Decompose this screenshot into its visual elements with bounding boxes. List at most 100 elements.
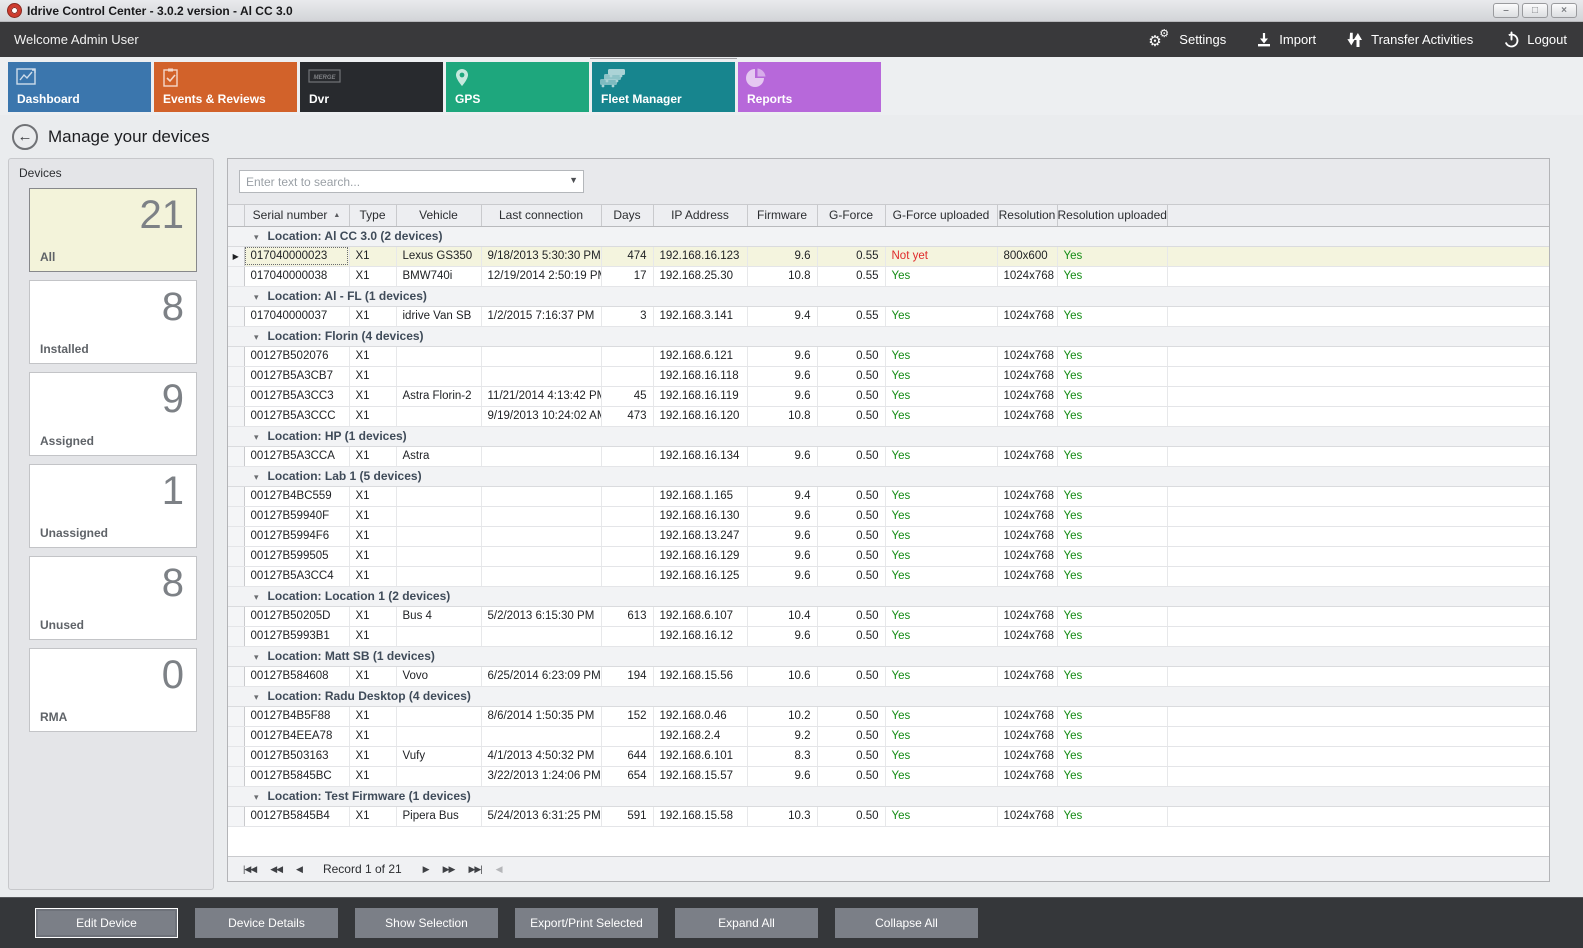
export-print-selected-button[interactable]: Export/Print Selected bbox=[515, 908, 658, 938]
back-button[interactable]: ← bbox=[12, 124, 38, 150]
column-header-vehicle[interactable]: Vehicle bbox=[396, 205, 481, 226]
collapse-group-icon[interactable]: ▾ bbox=[254, 472, 259, 482]
table-row[interactable]: 00127B5A3CC3X1Astra Florin-211/21/2014 4… bbox=[228, 386, 1549, 406]
column-header-ip-address[interactable]: IP Address bbox=[653, 205, 747, 226]
column-header-resolution[interactable]: Resolution bbox=[997, 205, 1057, 226]
table-row[interactable]: 00127B5A3CC4X1192.168.16.1259.60.50Yes10… bbox=[228, 566, 1549, 586]
group-row[interactable]: ▾Location: Matt SB (1 devices) bbox=[228, 646, 1549, 666]
prev-record-icon[interactable]: ◀ bbox=[296, 864, 302, 875]
cell-serial: 00127B5A3CC4 bbox=[244, 566, 349, 586]
transfer-activities-button[interactable]: Transfer Activities bbox=[1346, 31, 1473, 49]
edit-device-button[interactable]: Edit Device bbox=[35, 908, 178, 938]
group-row[interactable]: ▾Location: Florin (4 devices) bbox=[228, 326, 1549, 346]
search-input[interactable] bbox=[239, 170, 584, 193]
device-filter-card-assigned[interactable]: 9 Assigned bbox=[29, 372, 197, 456]
cell-last_connection bbox=[481, 366, 601, 386]
table-row[interactable]: 00127B5993B1X1192.168.16.129.60.50Yes102… bbox=[228, 626, 1549, 646]
last-record-icon[interactable]: ▶▶| bbox=[468, 864, 481, 875]
group-row[interactable]: ▾Location: Lab 1 (5 devices) bbox=[228, 466, 1549, 486]
table-row[interactable]: 00127B50205DX1Bus 45/2/2013 6:15:30 PM61… bbox=[228, 606, 1549, 626]
table-row[interactable]: 00127B5994F6X1192.168.13.2479.60.50Yes10… bbox=[228, 526, 1549, 546]
device-filter-card-all[interactable]: 21 All bbox=[29, 188, 197, 272]
tab-dvr[interactable]: MERGE Dvr bbox=[300, 62, 443, 112]
collapse-group-icon[interactable]: ▾ bbox=[254, 652, 259, 662]
column-header-serial-number[interactable]: Serial number▲ bbox=[244, 205, 349, 226]
column-header-last-connection[interactable]: Last connection bbox=[481, 205, 601, 226]
cell-vehicle: Astra Florin-2 bbox=[396, 386, 481, 406]
device-details-button[interactable]: Device Details bbox=[195, 908, 338, 938]
device-filter-card-unassigned[interactable]: 1 Unassigned bbox=[29, 464, 197, 548]
show-selection-button[interactable]: Show Selection bbox=[355, 908, 498, 938]
cell-filler bbox=[1167, 306, 1549, 326]
collapse-all-button[interactable]: Collapse All bbox=[835, 908, 978, 938]
cell-resolution: 1024x768 bbox=[997, 626, 1057, 646]
table-row[interactable]: 00127B503163X1Vufy4/1/2013 4:50:32 PM644… bbox=[228, 746, 1549, 766]
collapse-group-icon[interactable]: ▾ bbox=[254, 592, 259, 602]
cell-days: 17 bbox=[601, 266, 653, 286]
device-filter-card-installed[interactable]: 8 Installed bbox=[29, 280, 197, 364]
table-row[interactable]: 00127B59940FX1192.168.16.1309.60.50Yes10… bbox=[228, 506, 1549, 526]
collapse-group-icon[interactable]: ▾ bbox=[254, 432, 259, 442]
expand-all-button[interactable]: Expand All bbox=[675, 908, 818, 938]
tab-fleet-manager[interactable]: Fleet Manager bbox=[592, 62, 735, 112]
table-row[interactable]: 00127B4B5F88X18/6/2014 1:50:35 PM152192.… bbox=[228, 706, 1549, 726]
prev-page-icon[interactable]: ◀◀ bbox=[270, 864, 282, 875]
column-header-firmware[interactable]: Firmware bbox=[747, 205, 817, 226]
cell-gforce: 0.55 bbox=[817, 306, 885, 326]
collapse-group-icon[interactable]: ▾ bbox=[254, 292, 259, 302]
table-row[interactable]: 017040000038X1BMW740i12/19/2014 2:50:19 … bbox=[228, 266, 1549, 286]
column-header-type[interactable]: Type bbox=[349, 205, 396, 226]
table-row[interactable]: 00127B5845B4X1Pipera Bus5/24/2013 6:31:2… bbox=[228, 806, 1549, 826]
table-row[interactable]: 00127B5A3CCAX1Astra192.168.16.1349.60.50… bbox=[228, 446, 1549, 466]
next-page-icon[interactable]: ▶▶ bbox=[443, 864, 455, 875]
maximize-icon[interactable]: □ bbox=[1522, 3, 1548, 18]
table-row[interactable]: 00127B5845BCX13/22/2013 1:24:06 PM654192… bbox=[228, 766, 1549, 786]
table-row[interactable]: 00127B5A3CCCX19/19/2013 10:24:02 AM47319… bbox=[228, 406, 1549, 426]
table-row[interactable]: 00127B4EEA78X1192.168.2.49.20.50Yes1024x… bbox=[228, 726, 1549, 746]
table-row[interactable]: 017040000037X1idrive Van SB1/2/2015 7:16… bbox=[228, 306, 1549, 326]
collapse-group-icon[interactable]: ▾ bbox=[254, 332, 259, 342]
tab-dashboard[interactable]: Dashboard bbox=[8, 62, 151, 112]
tab-reports[interactable]: Reports bbox=[738, 62, 881, 112]
cell-serial: 00127B599505 bbox=[244, 546, 349, 566]
cell-days: 194 bbox=[601, 666, 653, 686]
close-icon[interactable]: × bbox=[1551, 3, 1577, 18]
group-row[interactable]: ▾Location: Location 1 (2 devices) bbox=[228, 586, 1549, 606]
column-header-g-force[interactable]: G-Force bbox=[817, 205, 885, 226]
settings-button[interactable]: ⚙⚙ Settings bbox=[1148, 30, 1226, 50]
tab-events-reviews[interactable]: Events & Reviews bbox=[154, 62, 297, 112]
cell-days bbox=[601, 546, 653, 566]
table-row[interactable]: ▶017040000023X1Lexus GS3509/18/2013 5:30… bbox=[228, 246, 1549, 266]
logout-button[interactable]: Logout bbox=[1503, 31, 1567, 48]
tab-gps[interactable]: GPS bbox=[446, 62, 589, 112]
column-header-days[interactable]: Days bbox=[601, 205, 653, 226]
group-row[interactable]: ▾Location: Radu Desktop (4 devices) bbox=[228, 686, 1549, 706]
collapse-group-icon[interactable]: ▾ bbox=[254, 692, 259, 702]
column-header-g-force-uploaded[interactable]: G-Force uploaded bbox=[885, 205, 997, 226]
table-row[interactable]: 00127B5A3CB7X1192.168.16.1189.60.50Yes10… bbox=[228, 366, 1549, 386]
table-row[interactable]: 00127B599505X1192.168.16.1299.60.50Yes10… bbox=[228, 546, 1549, 566]
cell-serial: 017040000038 bbox=[244, 266, 349, 286]
minimize-icon[interactable]: – bbox=[1493, 3, 1519, 18]
device-filter-card-rma[interactable]: 0 RMA bbox=[29, 648, 197, 732]
column-header-resolution-uploaded[interactable]: Resolution uploaded bbox=[1057, 205, 1167, 226]
group-row[interactable]: ▾Location: HP (1 devices) bbox=[228, 426, 1549, 446]
collapse-group-icon[interactable]: ▾ bbox=[254, 232, 259, 242]
collapse-group-icon[interactable]: ▾ bbox=[254, 792, 259, 802]
cell-filler bbox=[1167, 446, 1549, 466]
cell-vehicle bbox=[396, 706, 481, 726]
table-row[interactable]: 00127B4BC559X1192.168.1.1659.40.50Yes102… bbox=[228, 486, 1549, 506]
cell-vehicle: Vufy bbox=[396, 746, 481, 766]
group-row[interactable]: ▾Location: Test Firmware (1 devices) bbox=[228, 786, 1549, 806]
cell-resolution_uploaded: Yes bbox=[1057, 406, 1167, 426]
import-button[interactable]: Import bbox=[1256, 32, 1316, 48]
group-row[interactable]: ▾Location: Al - FL (1 devices) bbox=[228, 286, 1549, 306]
cell-ip: 192.168.16.125 bbox=[653, 566, 747, 586]
card-label: All bbox=[40, 250, 55, 264]
group-row[interactable]: ▾Location: Al CC 3.0 (2 devices) bbox=[228, 226, 1549, 246]
table-row[interactable]: 00127B584608X1Vovo6/25/2014 6:23:09 PM19… bbox=[228, 666, 1549, 686]
next-record-icon[interactable]: ▶ bbox=[423, 864, 429, 875]
first-record-icon[interactable]: |◀◀ bbox=[243, 864, 256, 875]
table-row[interactable]: 00127B502076X1192.168.6.1219.60.50Yes102… bbox=[228, 346, 1549, 366]
device-filter-card-unused[interactable]: 8 Unused bbox=[29, 556, 197, 640]
